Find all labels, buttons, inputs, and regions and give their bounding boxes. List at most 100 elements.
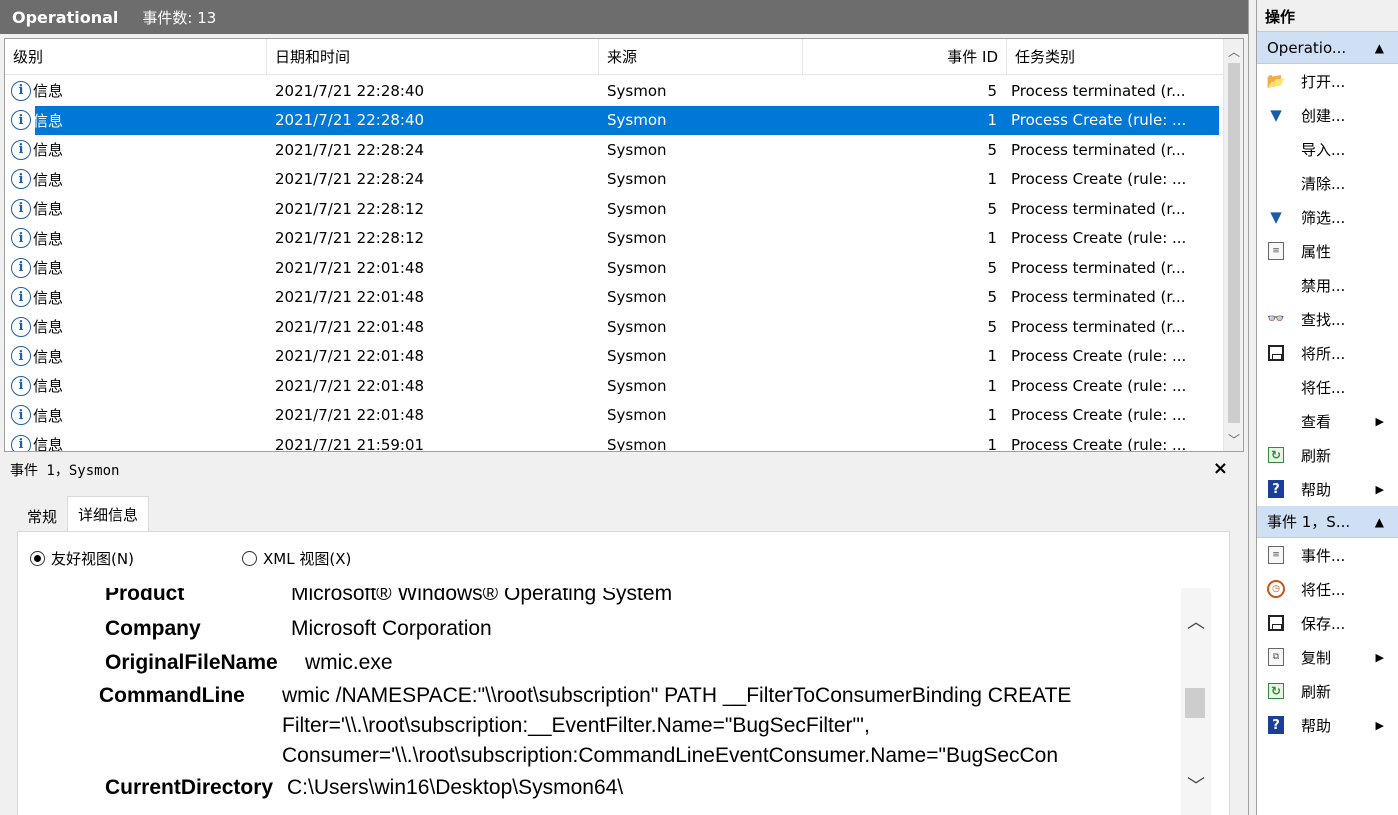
scroll-up-icon[interactable]: ︿	[1224, 41, 1243, 61]
event-id: 1	[987, 170, 997, 189]
xml-view-option[interactable]: XML 视图(X)	[242, 548, 351, 569]
info-icon: i	[11, 80, 31, 101]
table-row[interactable]: i 信息 2021/7/21 22:01:48 Sysmon 5 Process term…	[5, 312, 1223, 342]
table-row[interactable]: i 信息 2021/7/21 22:28:12 Sysmon 1 Process Crea…	[5, 224, 1223, 254]
submenu-arrow-icon[interactable]: ▶	[1376, 483, 1384, 496]
action-item[interactable]: 📂 打开...	[1257, 64, 1398, 98]
column-header-task-category[interactable]: 任务类别	[1007, 39, 1223, 75]
event-level-label: 信息	[33, 200, 64, 219]
tab-details[interactable]: 详细信息	[67, 496, 150, 532]
radio-selected-icon[interactable]	[30, 551, 45, 566]
table-row[interactable]: i 信息 2021/7/21 22:28:40 Sysmon 5 Process term…	[5, 76, 1223, 106]
event-level: i 信息	[5, 257, 267, 278]
detail-tabs: 常规 详细信息	[17, 496, 150, 532]
event-source: Sysmon	[607, 229, 667, 248]
event-level-label: 信息	[33, 318, 64, 337]
event-source: Sysmon	[607, 435, 667, 452]
event-count: 事件数: 13	[142, 8, 217, 27]
scroll-down-icon[interactable]: ﹀	[1181, 774, 1211, 797]
action-label: 复制	[1301, 648, 1332, 667]
table-row[interactable]: i 信息 2021/7/21 22:28:24 Sysmon 5 Process term…	[5, 135, 1223, 165]
info-icon: i	[11, 316, 31, 337]
action-item[interactable]: ▼ 创建...	[1257, 98, 1398, 132]
table-row[interactable]: i 信息 2021/7/21 22:28:24 Sysmon 1 Process Crea…	[5, 165, 1223, 195]
event-level: i 信息	[5, 405, 267, 426]
event-list[interactable]: 级别 日期和时间 来源 事件 ID 任务类别 i 信息 2021/7/21 22:2…	[4, 38, 1244, 452]
collapse-icon[interactable]: ▲	[1375, 515, 1384, 529]
help-icon: ?	[1265, 478, 1287, 500]
event-id: 5	[987, 199, 997, 218]
action-item[interactable]: 将所...	[1257, 336, 1398, 370]
info-icon: i	[11, 434, 31, 451]
action-item[interactable]: ↻ 刷新	[1257, 438, 1398, 472]
table-row[interactable]: i 信息 2021/7/21 22:28:40 Sysmon 1 Process Crea…	[5, 105, 1223, 135]
event-level-label: 信息	[33, 288, 64, 307]
copy-icon: ⧉	[1265, 646, 1287, 668]
event-list-scrollbar[interactable]: ︿ ﹀	[1223, 39, 1243, 451]
scrollbar-thumb[interactable]	[1228, 63, 1240, 423]
action-item[interactable]: 👓 查找...	[1257, 302, 1398, 336]
table-row[interactable]: i 信息 2021/7/21 22:01:48 Sysmon 5 Process term…	[5, 253, 1223, 283]
scroll-up-icon[interactable]: ︿	[1181, 610, 1211, 633]
action-label: 查看	[1301, 412, 1332, 431]
actions-section-log[interactable]: Operatio... ▲	[1257, 32, 1398, 64]
action-label: 将任...	[1301, 378, 1346, 397]
action-item[interactable]: 清除...	[1257, 166, 1398, 200]
action-label: 将任...	[1301, 580, 1346, 599]
help-icon: ?	[1265, 714, 1287, 736]
action-item[interactable]: 查看 ▶	[1257, 404, 1398, 438]
action-label: 帮助	[1301, 480, 1332, 499]
table-row[interactable]: i 信息 2021/7/21 22:01:48 Sysmon 1 Process Crea…	[5, 342, 1223, 372]
action-item[interactable]: ? 帮助 ▶	[1257, 472, 1398, 506]
action-item[interactable]: ≡ 事件...	[1257, 538, 1398, 572]
table-row[interactable]: i 信息 2021/7/21 22:01:48 Sysmon 1 Process Crea…	[5, 401, 1223, 431]
action-item[interactable]: ↻ 刷新	[1257, 674, 1398, 708]
action-item[interactable]: 保存...	[1257, 606, 1398, 640]
event-level-label: 信息	[33, 377, 64, 396]
close-icon[interactable]: ×	[1213, 458, 1228, 479]
action-item[interactable]: ? 帮助 ▶	[1257, 708, 1398, 742]
info-icon: i	[11, 198, 31, 219]
actions-section-event[interactable]: 事件 1，S... ▲	[1257, 506, 1398, 538]
table-row[interactable]: i 信息 2021/7/21 21:59:01 Sysmon 1 Process Crea…	[5, 430, 1223, 452]
action-item[interactable]: ≡ 属性	[1257, 234, 1398, 268]
action-item[interactable]: ◷ 将任...	[1257, 572, 1398, 606]
action-item[interactable]: 禁用...	[1257, 268, 1398, 302]
action-item[interactable]: ▼ 筛选...	[1257, 200, 1398, 234]
action-item[interactable]: ⧉ 复制 ▶	[1257, 640, 1398, 674]
column-header-level[interactable]: 级别	[5, 39, 267, 75]
column-header-datetime[interactable]: 日期和时间	[267, 39, 599, 75]
action-item[interactable]: 导入...	[1257, 132, 1398, 166]
action-label: 查找...	[1301, 310, 1346, 329]
column-header-event-id[interactable]: 事件 ID	[803, 39, 1007, 75]
details-scrollbar[interactable]: ︿ ﹀	[1181, 588, 1211, 815]
field-commandline-line3: Consumer='\\.\root\subscription:CommandL…	[282, 744, 1059, 767]
event-id: 5	[987, 140, 997, 159]
submenu-arrow-icon[interactable]: ▶	[1376, 651, 1384, 664]
table-row[interactable]: i 信息 2021/7/21 22:01:48 Sysmon 1 Process Crea…	[5, 371, 1223, 401]
table-row[interactable]: i 信息 2021/7/21 22:01:48 Sysmon 5 Process term…	[5, 283, 1223, 313]
collapse-icon[interactable]: ▲	[1375, 41, 1384, 55]
scroll-down-icon[interactable]: ﹀	[1224, 429, 1243, 449]
table-row[interactable]: i 信息 2021/7/21 22:28:12 Sysmon 5 Process term…	[5, 194, 1223, 224]
submenu-arrow-icon[interactable]: ▶	[1376, 415, 1384, 428]
info-icon: i	[11, 346, 31, 367]
radio-unselected-icon[interactable]	[242, 551, 257, 566]
friendly-view-content: Product Microsoft® Windows® Operating Sy…	[41, 588, 1181, 815]
pane-splitter[interactable]	[1248, 0, 1256, 815]
tab-general[interactable]: 常规	[17, 500, 67, 532]
submenu-arrow-icon[interactable]: ▶	[1376, 719, 1384, 732]
event-task-category: Process terminated (r...	[1011, 317, 1186, 336]
field-current-directory: CurrentDirectory	[105, 776, 274, 799]
event-list-header: 级别 日期和时间 来源 事件 ID 任务类别	[5, 39, 1223, 75]
action-item[interactable]: 将任...	[1257, 370, 1398, 404]
event-id: 1	[987, 435, 997, 452]
event-task-category: Process Create (rule: ...	[1011, 435, 1187, 452]
friendly-view-option[interactable]: 友好视图(N)	[30, 548, 134, 569]
event-datetime: 2021/7/21 22:28:12	[275, 229, 425, 248]
event-source: Sysmon	[607, 140, 667, 159]
column-header-source[interactable]: 来源	[599, 39, 803, 75]
log-header: Operational 事件数: 13	[0, 0, 1248, 34]
scrollbar-thumb[interactable]	[1185, 688, 1205, 718]
action-label: 刷新	[1301, 446, 1332, 465]
